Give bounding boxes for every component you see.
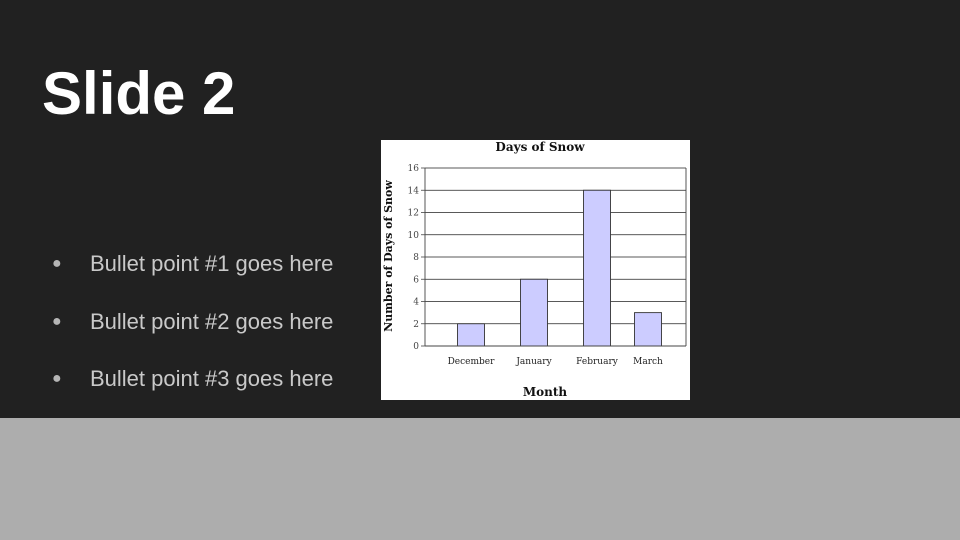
chart-y-tick-label: 14: [408, 186, 420, 196]
slide-title: Slide 2: [42, 60, 236, 127]
chart-bar: [457, 323, 485, 347]
chart-y-axis-label: Number of Days of Snow: [382, 180, 395, 332]
chart-bar: [583, 189, 611, 347]
bullet-item: ● Bullet point #2 goes here: [52, 302, 333, 342]
bullet-dot-icon: ●: [52, 312, 62, 330]
chart-x-tick-label: March: [633, 357, 663, 367]
bar-chart-image: Days of Snow Number of Days of Snow Mont…: [381, 140, 690, 400]
bullet-item: ● Bullet point #1 goes here: [52, 244, 333, 284]
slide: Slide 2 ● Bullet point #1 goes here ● Bu…: [0, 0, 960, 418]
chart-bar: [634, 312, 662, 347]
chart-y-tick-label: 4: [413, 298, 419, 308]
bullet-item: ● Bullet point #3 goes here: [52, 359, 333, 399]
chart-y-tick-label: 2: [413, 320, 419, 330]
bar-chart: Days of Snow Number of Days of Snow Mont…: [382, 140, 687, 399]
chart-bars: [457, 189, 662, 347]
chart-y-tick-label: 0: [413, 342, 419, 352]
chart-bar: [520, 278, 548, 347]
chart-x-tick-label: December: [448, 357, 496, 367]
chart-grid: [425, 167, 686, 325]
bullet-text: Bullet point #1 goes here: [90, 251, 334, 276]
bullet-text: Bullet point #3 goes here: [90, 366, 334, 391]
chart-title: Days of Snow: [495, 140, 585, 154]
bullet-dot-icon: ●: [52, 370, 62, 387]
chart-x-tick-label: January: [515, 357, 552, 367]
chart-x-tick-label: February: [576, 357, 619, 367]
chart-y-ticks: 0 2 4 6 8 10 12 14 16: [408, 164, 425, 352]
chart-x-ticks: December January February March: [448, 357, 663, 367]
bullet-dot-icon: ●: [52, 255, 62, 272]
chart-y-tick-label: 8: [413, 253, 419, 263]
chart-y-tick-label: 6: [413, 275, 419, 285]
chart-x-axis-label: Month: [523, 385, 568, 399]
chart-y-tick-label: 10: [408, 231, 420, 241]
bullet-text: Bullet point #2 goes here: [90, 308, 334, 334]
chart-y-tick-label: 12: [408, 209, 419, 219]
bullet-list: ● Bullet point #1 goes here ● Bullet poi…: [52, 244, 333, 417]
chart-y-tick-label: 16: [408, 164, 420, 174]
